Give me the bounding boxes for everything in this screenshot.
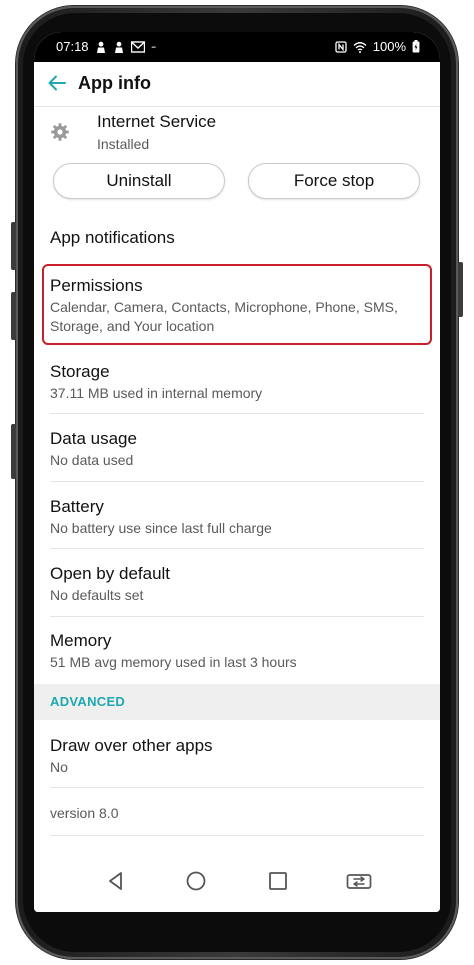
memory-item-title[interactable]: Memory [50,631,111,651]
gmail-icon [130,40,145,53]
advanced-section-header: ADVANCED [34,684,440,720]
divider [50,481,424,482]
status-left: 07:18 [56,39,159,54]
data-usage-item-subtitle: No data used [50,452,134,468]
storage-item-title[interactable]: Storage [50,362,110,382]
assistant-button [11,424,16,479]
status-right: 100% [335,39,420,54]
triangle-back-icon[interactable] [105,870,127,892]
status-time: 07:18 [56,39,89,54]
power-button [458,262,463,317]
memory-item-subtitle: 51 MB avg memory used in last 3 hours [50,654,297,670]
open-by-default-item-subtitle: No defaults set [50,587,144,603]
volume-down-button [11,292,16,340]
phone-screen: 07:18 100% App info Internet Service Ins… [34,32,440,912]
app-name: Internet Service [97,112,217,131]
volume-up-button [11,222,16,270]
switch-apps-icon[interactable] [346,870,372,892]
app-install-status: Installed [97,136,150,152]
data-usage-item-title[interactable]: Data usage [50,429,137,449]
gear-icon [51,123,69,141]
wifi-icon [353,41,367,53]
battery-percent: 100% [372,39,406,54]
arrow-left-icon[interactable] [46,72,68,94]
person-icon [96,41,105,53]
square-recents-icon[interactable] [267,870,289,892]
draw-over-apps-item-subtitle: No [50,759,68,775]
divider [50,835,424,836]
permissions-item-subtitle-2: Storage, and Your location [50,318,215,334]
battery-icon [412,40,420,53]
divider [50,787,424,788]
open-by-default-item-title[interactable]: Open by default [50,564,170,584]
version-label: version 8.0 [50,805,119,821]
app-notifications-item[interactable]: App notifications [50,228,175,248]
uninstall-button[interactable]: Uninstall [53,163,225,199]
navigation-bar [34,852,440,912]
status-bar: 07:18 100% [34,32,440,62]
circle-home-icon[interactable] [185,870,207,892]
battery-item-subtitle: No battery use since last full charge [50,520,272,536]
page-title: App info [78,73,151,93]
permissions-item-subtitle: Calendar, Camera, Contacts, Microphone, … [50,299,398,315]
app-bar: App info [34,62,440,107]
battery-item-title[interactable]: Battery [50,497,104,517]
nfc-icon [335,40,347,53]
divider [50,548,424,549]
screenshot-stage: 07:18 100% App info Internet Service Ins… [0,0,474,965]
draw-over-apps-item-title[interactable]: Draw over other apps [50,736,213,756]
advanced-label: ADVANCED [50,694,126,709]
divider [50,413,424,414]
more-notifications-icon [151,46,156,48]
storage-item-subtitle: 37.11 MB used in internal memory [50,385,263,401]
divider [50,616,424,617]
permissions-item-title[interactable]: Permissions [50,276,143,296]
person-icon-secondary [114,41,123,53]
force-stop-button[interactable]: Force stop [248,163,420,199]
